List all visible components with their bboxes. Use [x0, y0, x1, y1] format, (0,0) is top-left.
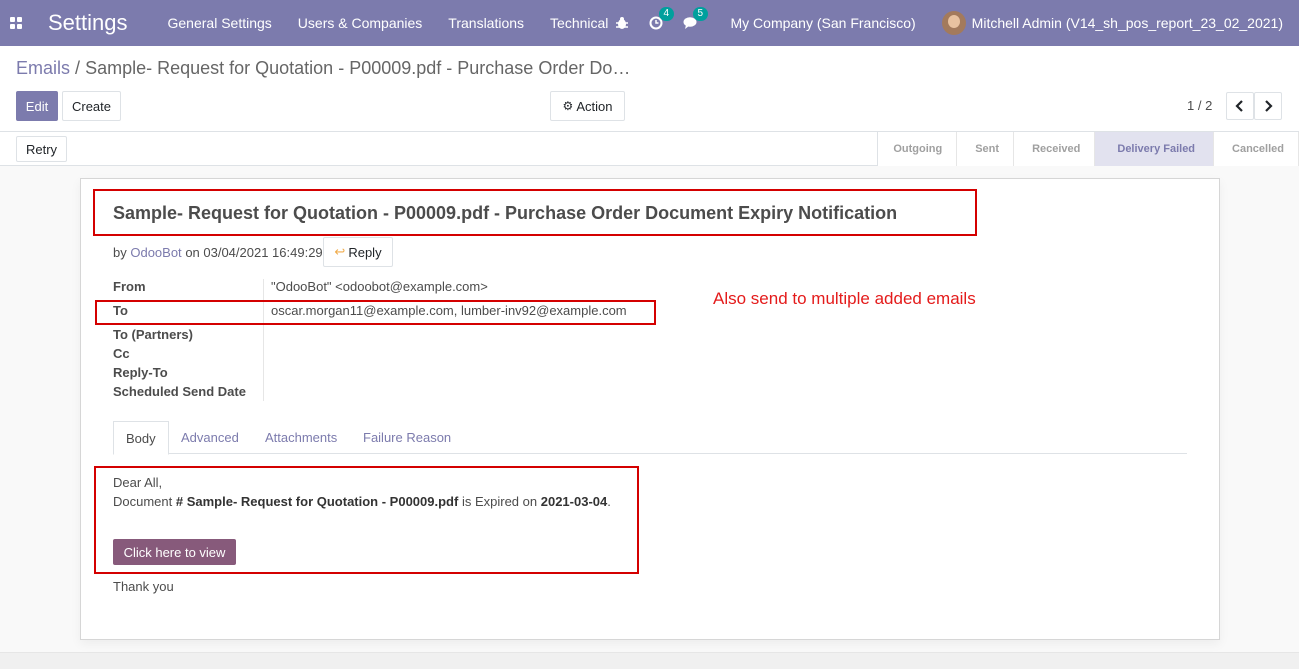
- chevron-right-icon: [1265, 100, 1273, 112]
- by-prefix: by: [113, 245, 127, 260]
- pager-value[interactable]: 1 / 2: [1187, 98, 1212, 113]
- menu-technical[interactable]: Technical: [550, 15, 608, 31]
- activity-clock-icon[interactable]: 4: [649, 7, 675, 30]
- status-bar: Retry Outgoing Sent Received Delivery Fa…: [0, 132, 1299, 166]
- bottom-strip: [0, 652, 1299, 669]
- breadcrumb-current: Sample- Request for Quotation - P00009.p…: [85, 58, 631, 78]
- mail-form-sheet: Sample- Request for Quotation - P00009.p…: [80, 178, 1220, 640]
- messages-chat-icon[interactable]: 5: [683, 7, 709, 30]
- stage-sent[interactable]: Sent: [957, 132, 1015, 166]
- author-link[interactable]: OdooBot: [130, 245, 181, 260]
- reply-button[interactable]: ↩ Reply: [323, 237, 393, 267]
- menu-users-companies[interactable]: Users & Companies: [298, 15, 423, 31]
- tab-body[interactable]: Body: [113, 421, 169, 455]
- chevron-left-icon: [1235, 100, 1243, 112]
- create-button[interactable]: Create: [62, 91, 121, 121]
- annotation-box-body: [94, 466, 639, 574]
- tab-failure-reason[interactable]: Failure Reason: [351, 421, 463, 454]
- tab-advanced[interactable]: Advanced: [169, 421, 251, 454]
- cc-label: Cc: [113, 346, 130, 361]
- annotation-box-to: [95, 300, 656, 325]
- tab-attachments[interactable]: Attachments: [253, 421, 349, 454]
- user-menu[interactable]: Mitchell Admin (V14_sh_pos_report_23_02_…: [972, 15, 1283, 31]
- stage-received[interactable]: Received: [1014, 132, 1096, 166]
- company-switcher[interactable]: My Company (San Francisco): [731, 15, 916, 31]
- body-thanks: Thank you: [113, 579, 174, 594]
- top-navbar: Settings General Settings Users & Compan…: [0, 0, 1299, 46]
- action-button[interactable]: ⚙ Action: [550, 91, 625, 121]
- breadcrumb-separator: /: [75, 58, 81, 78]
- edit-button[interactable]: Edit: [16, 91, 58, 121]
- author-line: by OdooBot on 03/04/2021 16:49:29: [113, 245, 323, 260]
- breadcrumb-emails-link[interactable]: Emails: [16, 58, 70, 78]
- app-title[interactable]: Settings: [48, 10, 128, 36]
- retry-button[interactable]: Retry: [16, 136, 67, 162]
- field-divider: [263, 279, 264, 401]
- menu-general-settings[interactable]: General Settings: [168, 15, 272, 31]
- to-partners-label: To (Partners): [113, 327, 193, 342]
- annotation-note: Also send to multiple added emails: [713, 289, 976, 308]
- reply-to-label: Reply-To: [113, 365, 168, 380]
- control-panel: Emails / Sample- Request for Quotation -…: [0, 46, 1299, 132]
- stage-cancelled[interactable]: Cancelled: [1214, 132, 1299, 166]
- stage-outgoing[interactable]: Outgoing: [878, 132, 958, 166]
- messages-count-badge: 5: [692, 7, 709, 21]
- avatar[interactable]: [941, 11, 966, 35]
- apps-menu-icon[interactable]: [0, 0, 32, 46]
- stage-delivery-failed[interactable]: Delivery Failed: [1095, 132, 1215, 166]
- gear-icon: ⚙: [562, 99, 574, 113]
- scheduled-send-date-label: Scheduled Send Date: [113, 384, 246, 399]
- debug-bug-icon[interactable]: [615, 16, 629, 30]
- mail-date: on 03/04/2021 16:49:29: [185, 245, 323, 260]
- breadcrumb: Emails / Sample- Request for Quotation -…: [16, 58, 630, 79]
- reply-label: Reply: [348, 244, 382, 260]
- status-stages: Outgoing Sent Received Delivery Failed C…: [877, 132, 1299, 166]
- pager-previous-button[interactable]: [1226, 92, 1254, 120]
- notebook-tabs: Body Advanced Attachments Failure Reason: [113, 421, 1187, 455]
- annotation-box-subject: [93, 189, 977, 236]
- activity-count-badge: 4: [658, 7, 675, 21]
- reply-arrow-icon: ↩: [334, 244, 346, 259]
- from-value: "OdooBot" <odoobot@example.com>: [271, 279, 488, 294]
- action-label: Action: [576, 98, 613, 114]
- from-label: From: [113, 279, 146, 294]
- pager-next-button[interactable]: [1254, 92, 1282, 120]
- menu-translations[interactable]: Translations: [448, 15, 524, 31]
